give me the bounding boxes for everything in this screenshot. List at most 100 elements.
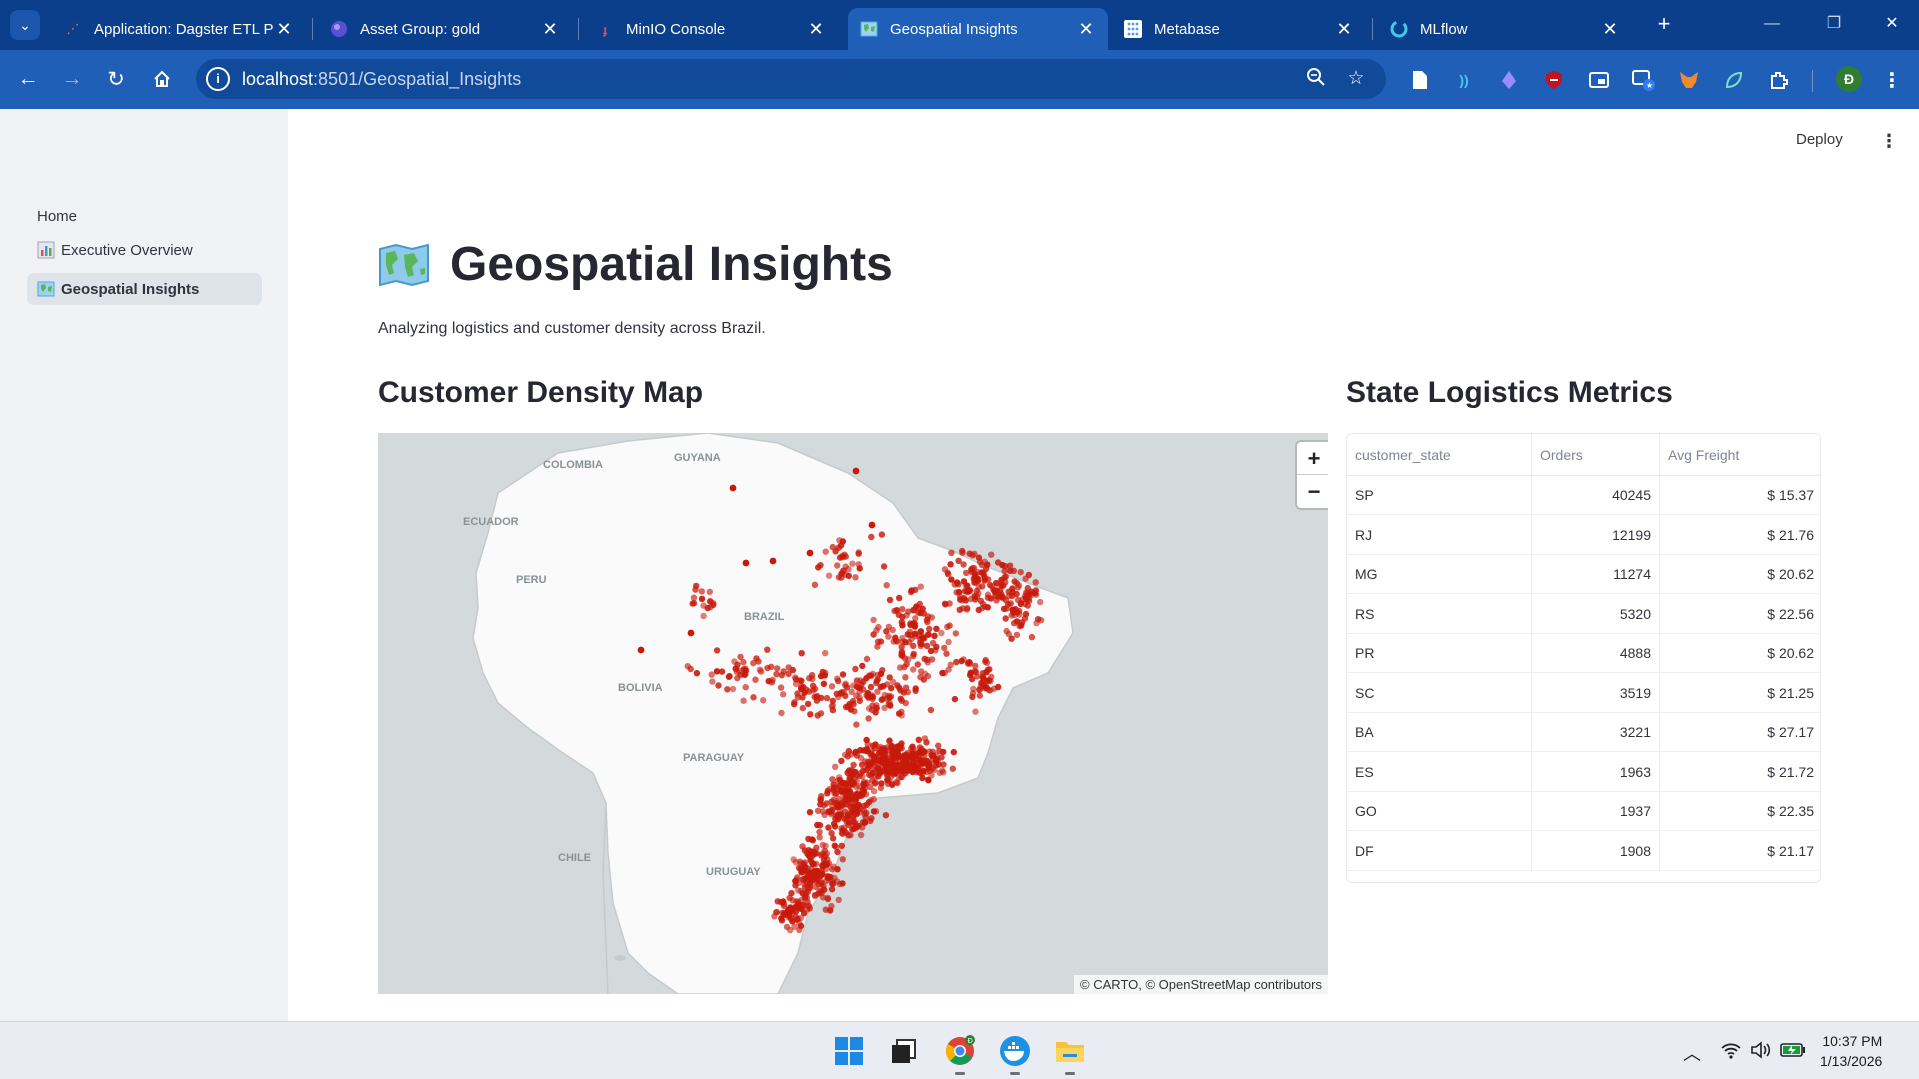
metabase-icon xyxy=(1124,20,1142,38)
svg-text:★: ★ xyxy=(1646,81,1653,90)
customer-dot xyxy=(834,777,842,784)
profile-avatar[interactable]: Đ xyxy=(1836,66,1862,92)
docker-icon[interactable] xyxy=(999,1035,1031,1067)
document-extension-icon[interactable] xyxy=(1408,68,1432,92)
table-row[interactable]: MG 11274 $ 20.62 xyxy=(1347,555,1820,594)
system-clock[interactable]: 10:37 PM 1/13/2026 xyxy=(1820,1031,1882,1071)
zoom-in-button[interactable]: + xyxy=(1297,442,1328,475)
deploy-button[interactable]: Deploy xyxy=(1796,131,1843,148)
customer-dot xyxy=(869,769,877,777)
reload-button[interactable]: ↻ xyxy=(100,63,132,95)
table-row[interactable]: ES 1963 $ 21.72 xyxy=(1347,752,1820,792)
url-text[interactable]: localhost:8501/Geospatial_Insights xyxy=(242,69,521,90)
tab-mlflow[interactable]: MLflow ✕ xyxy=(1378,8,1632,50)
table-header: customer_state Orders Avg Freight xyxy=(1347,434,1820,476)
address-bar[interactable]: i localhost:8501/Geospatial_Insights ☆ xyxy=(196,59,1386,99)
browser-menu-icon[interactable]: ⋮ xyxy=(1880,68,1904,92)
ethereum-extension-icon[interactable] xyxy=(1497,68,1521,92)
table-row[interactable]: DF 1908 $ 21.17 xyxy=(1347,831,1820,871)
close-icon[interactable]: ✕ xyxy=(1076,19,1096,40)
screen-cast-icon[interactable]: ★ xyxy=(1632,68,1656,92)
customer-dot xyxy=(840,688,847,696)
close-window-button[interactable]: ✕ xyxy=(1878,12,1906,36)
country-label: PERU xyxy=(516,574,547,586)
tab-geospatial-insights[interactable]: Geospatial Insights ✕ xyxy=(848,8,1108,50)
ublock-shield-icon[interactable] xyxy=(1542,68,1566,92)
tab-asset-group[interactable]: Asset Group: gold ✕ xyxy=(318,8,572,50)
cell-state: PR xyxy=(1347,634,1532,672)
close-icon[interactable]: ✕ xyxy=(1600,19,1620,40)
customer-dot xyxy=(792,877,799,885)
battery-charging-icon[interactable] xyxy=(1780,1043,1806,1057)
metamask-fox-icon[interactable] xyxy=(1677,68,1701,92)
tab-minio-console[interactable]: ɟ MinIO Console ✕ xyxy=(584,8,838,50)
site-info-icon[interactable]: i xyxy=(206,67,230,91)
customer-dot xyxy=(813,844,820,851)
customer-dot xyxy=(881,754,888,761)
file-explorer-icon[interactable] xyxy=(1054,1035,1086,1067)
bookmark-star-icon[interactable]: ☆ xyxy=(1344,67,1368,91)
close-icon[interactable]: ✕ xyxy=(540,19,560,40)
customer-dot xyxy=(866,705,873,712)
tab-title: Metabase xyxy=(1154,20,1220,38)
leaf-extension-icon[interactable] xyxy=(1722,68,1746,92)
customer-dot xyxy=(867,783,874,791)
wifi-extension-icon[interactable]: )) xyxy=(1452,68,1476,92)
customer-dot xyxy=(847,808,855,816)
close-icon[interactable]: ✕ xyxy=(274,19,294,40)
table-row[interactable]: RS 5320 $ 22.56 xyxy=(1347,594,1820,634)
sidebar-item-executive-overview[interactable]: Executive Overview xyxy=(27,234,262,266)
cell-avg-freight: $ 22.35 xyxy=(1767,803,1814,819)
tab-separator xyxy=(578,18,579,40)
customer-dot xyxy=(845,572,852,580)
customer-dot xyxy=(931,632,938,639)
state-metrics-table[interactable]: customer_state Orders Avg Freight SP 4024… xyxy=(1346,433,1821,883)
windows-start-icon[interactable] xyxy=(833,1035,865,1067)
tray-overflow-chevron-icon[interactable]: ︿ xyxy=(1683,1040,1701,1066)
table-row[interactable]: SC 3519 $ 21.25 xyxy=(1347,673,1820,713)
country-label: BRAZIL xyxy=(744,611,785,623)
task-view-icon[interactable] xyxy=(888,1035,920,1067)
customer-dot xyxy=(940,761,947,768)
table-row[interactable]: PR 4888 $ 20.62 xyxy=(1347,634,1820,673)
wifi-icon[interactable] xyxy=(1720,1041,1742,1059)
minimize-window-button[interactable]: — xyxy=(1758,12,1786,36)
table-row[interactable]: RJ 12199 $ 21.76 xyxy=(1347,515,1820,555)
volume-icon[interactable] xyxy=(1750,1041,1772,1059)
extensions-puzzle-icon[interactable] xyxy=(1767,68,1791,92)
customer-dot xyxy=(807,856,814,864)
back-button[interactable]: ← xyxy=(12,63,44,95)
column-header-orders[interactable]: Orders xyxy=(1532,434,1660,475)
sidebar-item-geospatial-insights[interactable]: Geospatial Insights xyxy=(27,273,262,305)
picture-in-picture-icon[interactable] xyxy=(1587,68,1611,92)
customer-dot xyxy=(855,561,862,568)
customer-dot xyxy=(709,678,716,685)
customer-dot xyxy=(964,582,971,589)
table-row[interactable]: SP 40245 $ 15.37 xyxy=(1347,476,1820,515)
table-row[interactable]: GO 1937 $ 22.35 xyxy=(1347,792,1820,831)
zoom-icon[interactable] xyxy=(1304,67,1328,91)
customer-dot xyxy=(693,582,700,590)
tab-search-button[interactable]: ⌄ xyxy=(10,10,40,40)
customer-dot xyxy=(715,682,722,689)
close-icon[interactable]: ✕ xyxy=(806,19,826,40)
tab-metabase[interactable]: Metabase ✕ xyxy=(1112,8,1366,50)
customer-dot xyxy=(835,813,842,820)
forward-button[interactable]: → xyxy=(56,63,88,95)
column-header-customer-state[interactable]: customer_state xyxy=(1347,434,1532,475)
customer-density-map[interactable]: COLOMBIA GUYANA ECUADOR PERU BRAZIL BOLIVIA PA… xyxy=(378,433,1328,994)
main-menu-icon[interactable]: ⋮ xyxy=(1880,131,1898,152)
home-button[interactable] xyxy=(146,63,178,95)
table-row[interactable]: BA 3221 $ 27.17 xyxy=(1347,713,1820,752)
sidebar-item-home[interactable]: Home xyxy=(27,200,262,232)
restore-window-button[interactable]: ❐ xyxy=(1820,12,1848,36)
chrome-icon[interactable]: Đ xyxy=(944,1035,976,1067)
tab-dagster-application[interactable]: ⋰ Application: Dagster ETL Pi ✕ xyxy=(52,8,306,50)
bar-chart-icon xyxy=(37,241,55,259)
column-header-avg-freight[interactable]: Avg Freight xyxy=(1660,434,1820,475)
new-tab-button[interactable]: + xyxy=(1652,12,1676,36)
customer-dot xyxy=(809,675,816,683)
zoom-out-button[interactable]: − xyxy=(1297,475,1328,508)
close-icon[interactable]: ✕ xyxy=(1334,19,1354,40)
customer-dot xyxy=(825,860,833,867)
